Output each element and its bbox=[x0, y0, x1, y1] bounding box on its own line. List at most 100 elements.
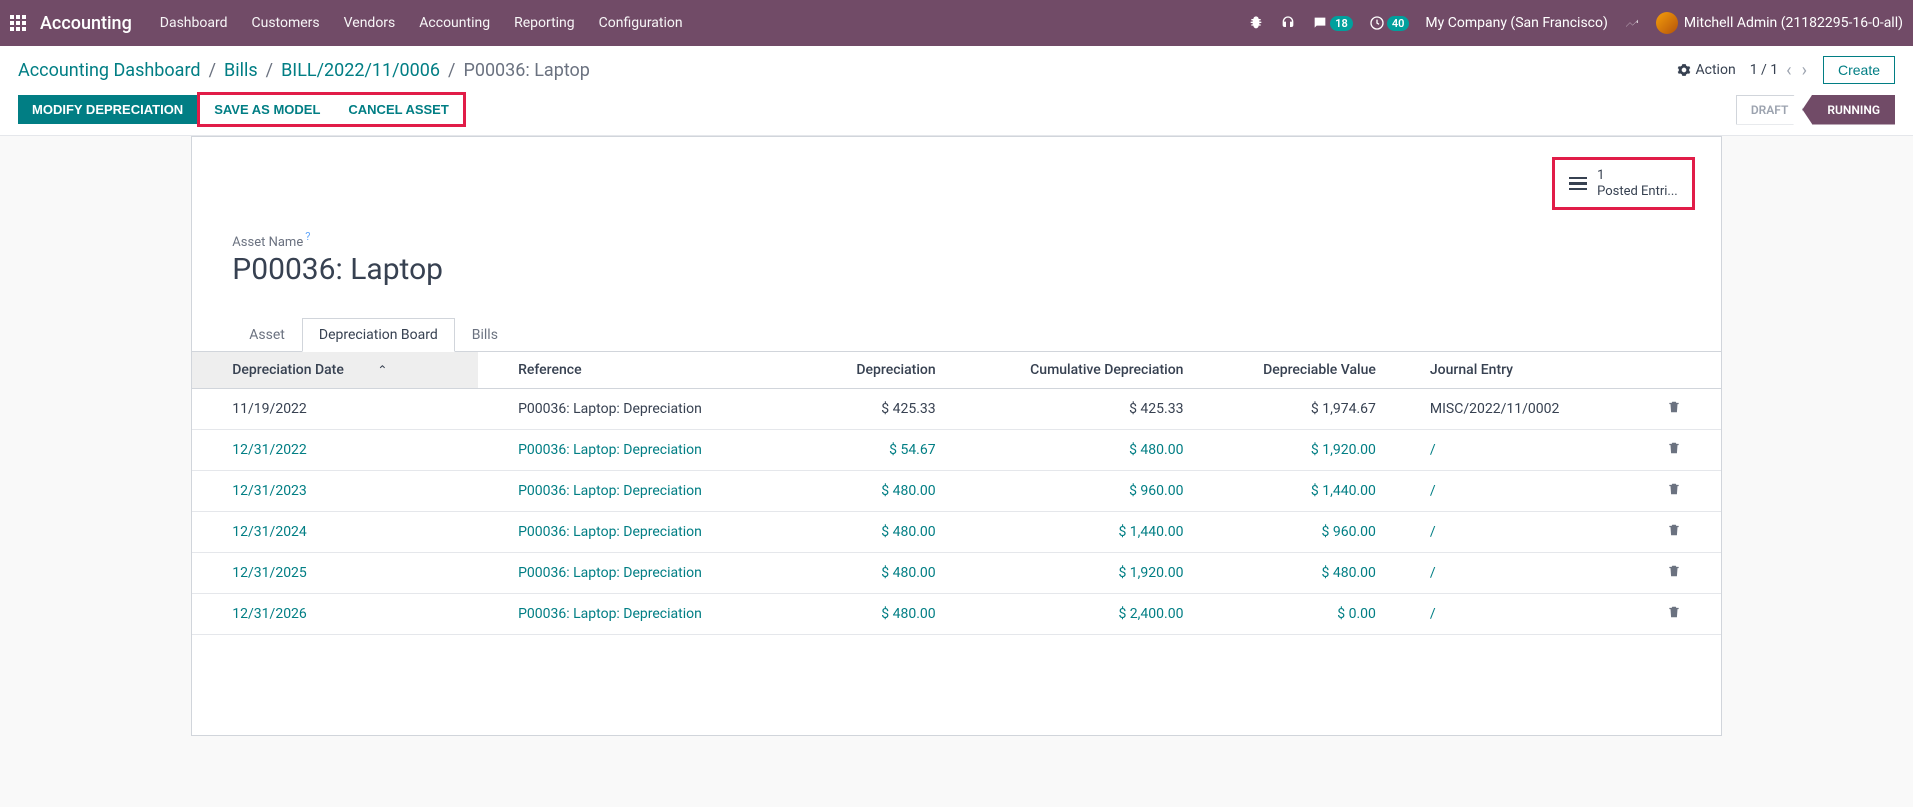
trash-icon[interactable] bbox=[1667, 485, 1681, 501]
action-label: Action bbox=[1696, 62, 1736, 78]
cell-delete[interactable] bbox=[1641, 429, 1721, 470]
trash-icon[interactable] bbox=[1667, 444, 1681, 460]
save-as-model-button[interactable]: SAVE AS MODEL bbox=[200, 95, 334, 124]
cell-journal-entry: / bbox=[1390, 429, 1641, 470]
pager-prev-icon[interactable]: ‹ bbox=[1784, 60, 1793, 81]
nav-reporting[interactable]: Reporting bbox=[514, 15, 575, 31]
th-journal[interactable]: Journal Entry bbox=[1390, 352, 1641, 389]
tools-icon[interactable] bbox=[1624, 15, 1640, 31]
activities-badge: 40 bbox=[1387, 16, 1410, 31]
nav-links: Dashboard Customers Vendors Accounting R… bbox=[160, 15, 683, 31]
right-nav: 18 40 My Company (San Francisco) Mitchel… bbox=[1248, 12, 1903, 34]
cell-reference: P00036: Laptop: Depreciation bbox=[478, 429, 803, 470]
asset-name-label: Asset Name? bbox=[232, 235, 310, 250]
nav-vendors[interactable]: Vendors bbox=[344, 15, 396, 31]
cell-journal-entry: / bbox=[1390, 511, 1641, 552]
top-navbar: Accounting Dashboard Customers Vendors A… bbox=[0, 0, 1913, 46]
th-actions bbox=[1641, 352, 1721, 389]
breadcrumb-item[interactable]: BILL/2022/11/0006 bbox=[281, 60, 440, 81]
apps-icon[interactable] bbox=[10, 15, 26, 31]
cell-delete[interactable] bbox=[1641, 388, 1721, 429]
left-actions: MODIFY DEPRECIATION SAVE AS MODEL CANCEL… bbox=[18, 92, 466, 127]
create-button[interactable]: Create bbox=[1823, 56, 1895, 84]
tabs: Asset Depreciation Board Bills bbox=[192, 317, 1720, 352]
cell-cumulative: $ 1,920.00 bbox=[950, 552, 1198, 593]
cancel-asset-button[interactable]: CANCEL ASSET bbox=[334, 95, 462, 124]
sort-asc-icon: ⌃ bbox=[377, 363, 387, 377]
cell-cumulative: $ 2,400.00 bbox=[950, 593, 1198, 634]
posted-entries-label: Posted Entri... bbox=[1597, 184, 1678, 200]
modify-depreciation-button[interactable]: MODIFY DEPRECIATION bbox=[18, 95, 197, 124]
cell-delete[interactable] bbox=[1641, 470, 1721, 511]
breadcrumb: Accounting Dashboard / Bills / BILL/2022… bbox=[18, 60, 590, 81]
company-switcher[interactable]: My Company (San Francisco) bbox=[1425, 15, 1607, 31]
table-row[interactable]: 11/19/2022P00036: Laptop: Depreciation$ … bbox=[192, 388, 1720, 429]
cell-depreciable: $ 1,440.00 bbox=[1197, 470, 1389, 511]
cell-date: 11/19/2022 bbox=[192, 388, 478, 429]
cell-cumulative: $ 425.33 bbox=[950, 388, 1198, 429]
action-dropdown[interactable]: Action bbox=[1677, 62, 1736, 78]
trash-icon[interactable] bbox=[1667, 403, 1681, 419]
depreciation-table: Depreciation Date ⌃ Reference Depreciati… bbox=[192, 352, 1720, 635]
posted-entries-count: 1 bbox=[1597, 168, 1678, 184]
cell-depreciable: $ 1,974.67 bbox=[1197, 388, 1389, 429]
cell-depreciable: $ 480.00 bbox=[1197, 552, 1389, 593]
posted-entries-button[interactable]: 1 Posted Entri... bbox=[1552, 157, 1695, 210]
breadcrumb-current: P00036: Laptop bbox=[463, 60, 589, 81]
app-title[interactable]: Accounting bbox=[40, 13, 132, 34]
th-depreciable[interactable]: Depreciable Value bbox=[1197, 352, 1389, 389]
table-row[interactable]: 12/31/2025P00036: Laptop: Depreciation $ … bbox=[192, 552, 1720, 593]
table-row[interactable]: 12/31/2023P00036: Laptop: Depreciation$ … bbox=[192, 470, 1720, 511]
trash-icon[interactable] bbox=[1667, 608, 1681, 624]
cell-cumulative: $ 960.00 bbox=[950, 470, 1198, 511]
cell-date: 12/31/2025 bbox=[192, 552, 478, 593]
cell-journal-entry: / bbox=[1390, 470, 1641, 511]
cell-delete[interactable] bbox=[1641, 593, 1721, 634]
table-row[interactable]: 12/31/2026P00036: Laptop: Depreciation$ … bbox=[192, 593, 1720, 634]
status-running[interactable]: RUNNING bbox=[1802, 95, 1895, 125]
th-depreciation[interactable]: Depreciation bbox=[803, 352, 950, 389]
cell-reference: P00036: Laptop: Depreciation bbox=[478, 552, 803, 593]
cell-journal-entry: / bbox=[1390, 593, 1641, 634]
cell-reference: P00036: Laptop: Depreciation bbox=[478, 388, 803, 429]
cell-depreciation: $ 425.33 bbox=[803, 388, 950, 429]
nav-configuration[interactable]: Configuration bbox=[599, 15, 683, 31]
right-controls: Action 1 / 1 ‹ › Create bbox=[1677, 56, 1895, 84]
cell-depreciation: $ 54.67 bbox=[803, 429, 950, 470]
cell-date: 12/31/2022 bbox=[192, 429, 478, 470]
cell-depreciable: $ 960.00 bbox=[1197, 511, 1389, 552]
cell-depreciable: $ 0.00 bbox=[1197, 593, 1389, 634]
th-cumulative[interactable]: Cumulative Depreciation bbox=[950, 352, 1198, 389]
asset-name[interactable]: P00036: Laptop bbox=[232, 252, 1680, 287]
help-icon[interactable]: ? bbox=[305, 230, 310, 243]
tab-depreciation-board[interactable]: Depreciation Board bbox=[302, 318, 455, 352]
table-row[interactable]: 12/31/2022P00036: Laptop: Depreciation$ … bbox=[192, 429, 1720, 470]
tab-bills[interactable]: Bills bbox=[455, 318, 515, 352]
cell-date: 12/31/2023 bbox=[192, 470, 478, 511]
breadcrumb-item[interactable]: Bills bbox=[224, 60, 258, 81]
breadcrumb-item[interactable]: Accounting Dashboard bbox=[18, 60, 201, 81]
support-icon[interactable] bbox=[1280, 15, 1296, 31]
cell-reference: P00036: Laptop: Depreciation bbox=[478, 593, 803, 634]
cell-journal-entry: MISC/2022/11/0002 bbox=[1390, 388, 1641, 429]
nav-customers[interactable]: Customers bbox=[252, 15, 320, 31]
avatar bbox=[1656, 12, 1678, 34]
activities-icon[interactable]: 40 bbox=[1369, 15, 1410, 31]
th-reference[interactable]: Reference bbox=[478, 352, 803, 389]
debug-icon[interactable] bbox=[1248, 15, 1264, 31]
cell-delete[interactable] bbox=[1641, 511, 1721, 552]
user-menu[interactable]: Mitchell Admin (21182295-16-0-all) bbox=[1656, 12, 1903, 34]
th-date[interactable]: Depreciation Date ⌃ bbox=[192, 352, 478, 389]
messages-icon[interactable]: 18 bbox=[1312, 15, 1353, 31]
status-draft[interactable]: DRAFT bbox=[1736, 95, 1804, 125]
trash-icon[interactable] bbox=[1667, 526, 1681, 542]
nav-dashboard[interactable]: Dashboard bbox=[160, 15, 228, 31]
cell-delete[interactable] bbox=[1641, 552, 1721, 593]
tab-asset[interactable]: Asset bbox=[232, 318, 302, 352]
pager-next-icon[interactable]: › bbox=[1800, 60, 1809, 81]
form-sheet: 1 Posted Entri... Asset Name? P00036: La… bbox=[191, 136, 1721, 736]
nav-accounting[interactable]: Accounting bbox=[419, 15, 490, 31]
table-row[interactable]: 12/31/2024P00036: Laptop: Depreciation$ … bbox=[192, 511, 1720, 552]
trash-icon[interactable] bbox=[1667, 567, 1681, 583]
cell-depreciation: $ 480.00 bbox=[803, 593, 950, 634]
